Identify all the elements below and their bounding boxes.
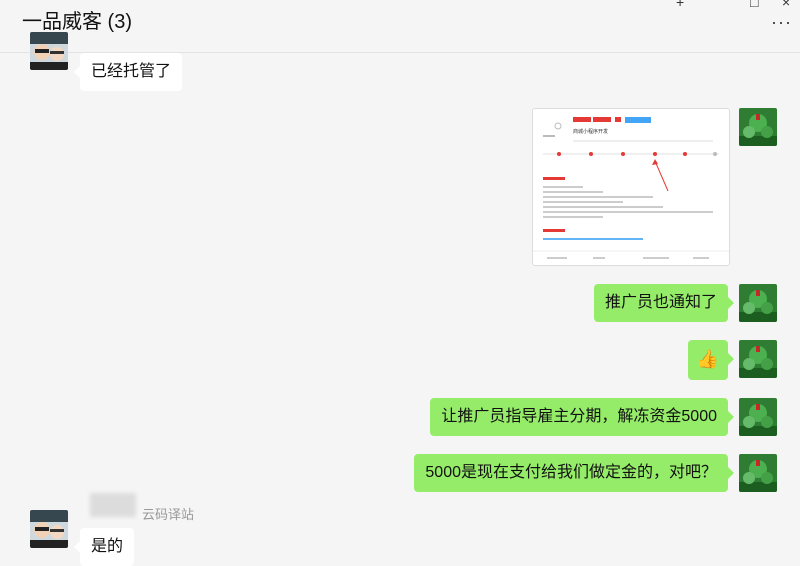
more-icon[interactable]: ··· bbox=[771, 12, 792, 33]
close-icon[interactable]: × bbox=[782, 0, 790, 10]
self-avatar[interactable] bbox=[739, 108, 777, 146]
emoji-bubble[interactable]: 👍 bbox=[687, 340, 735, 380]
self-avatar[interactable] bbox=[739, 454, 777, 492]
chat-header: 一品威客 (3) + □ × ··· bbox=[0, 0, 800, 53]
chat-title: 一品威客 (3) bbox=[22, 11, 132, 33]
blurred-sender-name bbox=[90, 493, 136, 517]
message-bubble-outgoing[interactable]: 5000是现在支付给我们做定金的，对吧？ bbox=[414, 454, 734, 492]
self-avatar[interactable] bbox=[739, 398, 777, 436]
message-bubble-incoming[interactable]: 已经托管了 bbox=[73, 53, 183, 91]
message-text: 是的 bbox=[91, 538, 124, 555]
sender-name: 云码译站 bbox=[142, 507, 195, 522]
thumbs-up-icon: 👍 bbox=[696, 349, 719, 369]
self-avatar[interactable] bbox=[739, 284, 777, 322]
message-text: 5000是现在支付给我们做定金的，对吧？ bbox=[425, 464, 717, 481]
message-text: 推广员也通知了 bbox=[604, 294, 717, 311]
message-text: 让推广员指导雇主分期，解冻资金5000 bbox=[441, 408, 717, 425]
window-icon[interactable]: □ bbox=[750, 0, 758, 10]
screenshot-thumbnail: 商城小程序开发 bbox=[533, 109, 729, 265]
message-bubble-incoming[interactable]: 是的 bbox=[73, 528, 135, 566]
message-bubble-outgoing[interactable]: 推广员也通知了 bbox=[593, 284, 735, 322]
plus-icon[interactable]: + bbox=[676, 0, 684, 10]
message-text: 已经托管了 bbox=[91, 63, 172, 80]
self-avatar[interactable] bbox=[739, 340, 777, 378]
project-title: 商城小程序开发 bbox=[573, 128, 608, 135]
message-bubble-outgoing[interactable]: 让推广员指导雇主分期，解冻资金5000 bbox=[430, 398, 734, 436]
sender-avatar[interactable] bbox=[30, 32, 68, 70]
image-message[interactable]: 商城小程序开发 bbox=[532, 108, 730, 266]
sender-avatar[interactable] bbox=[30, 510, 68, 548]
